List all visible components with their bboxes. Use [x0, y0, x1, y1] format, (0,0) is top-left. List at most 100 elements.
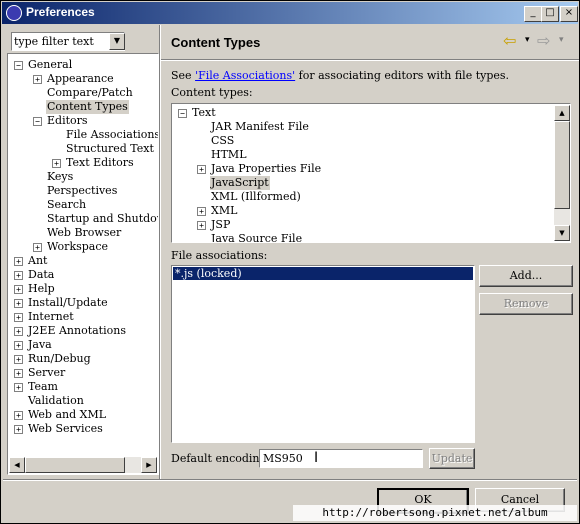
tree-item-label: JavaScript: [210, 176, 270, 190]
tree-item-label: Java Source File: [211, 232, 303, 243]
tree-item-label: Web Services: [28, 422, 103, 435]
content-types-scrollbar[interactable]: ▲ ▼: [554, 105, 570, 241]
file-association-row[interactable]: *.js (locked): [173, 267, 473, 280]
tree-item-label: Java Properties File: [211, 162, 322, 175]
see-suffix: for associating editors with file types.: [295, 69, 510, 82]
tree-item-label: Web and XML: [28, 408, 107, 421]
tree-item-label: Data: [28, 268, 55, 281]
watermark: http://robertsong.pixnet.net/album: [293, 505, 577, 521]
maximize-button[interactable]: □: [541, 6, 559, 22]
expand-icon[interactable]: +: [14, 271, 23, 280]
tree-item-label: Web Browser: [47, 226, 122, 239]
tree-item-label: Server: [28, 366, 66, 379]
tree-item-label: Run/Debug: [28, 352, 91, 365]
expand-icon[interactable]: +: [14, 341, 23, 350]
scroll-thumb[interactable]: [25, 457, 125, 473]
close-button[interactable]: ×: [560, 6, 578, 22]
tree-item-label: Install/Update: [28, 296, 108, 309]
content-types-label: Content types:: [171, 86, 253, 99]
expand-icon[interactable]: +: [14, 285, 23, 294]
expand-icon[interactable]: +: [52, 159, 61, 168]
filter-input[interactable]: type filter text: [14, 35, 94, 48]
file-associations-label: File associations:: [171, 249, 268, 262]
expand-icon[interactable]: +: [14, 313, 23, 322]
scroll-up-icon[interactable]: ▲: [554, 105, 570, 121]
tree-item-label: Perspectives: [47, 184, 118, 197]
tree-item-label: Java: [28, 338, 52, 351]
tree-item-label: Team: [28, 380, 58, 393]
scroll-thumb[interactable]: [554, 121, 570, 209]
tree-item-label: File Associations: [66, 128, 159, 141]
page-title: Content Types: [171, 35, 261, 50]
minimize-button[interactable]: _: [524, 6, 542, 22]
back-dropdown-icon[interactable]: ▾: [525, 35, 530, 45]
expand-icon[interactable]: +: [197, 165, 206, 174]
tree-item-label: Validation: [28, 394, 84, 407]
collapse-icon[interactable]: −: [14, 61, 23, 70]
expand-icon[interactable]: +: [33, 75, 42, 84]
remove-button[interactable]: Remove: [479, 293, 573, 315]
scroll-right-icon[interactable]: ▶: [141, 457, 157, 473]
expand-icon[interactable]: +: [14, 257, 23, 266]
add-button[interactable]: Add...: [479, 265, 573, 287]
preferences-tree[interactable]: − General + Appearance Compare/Patch Content …: [7, 53, 159, 475]
header-divider-highlight: [161, 60, 579, 61]
see-associations-text: See 'File Associations' for associating …: [171, 69, 509, 82]
expand-icon[interactable]: +: [14, 327, 23, 336]
preferences-window: Preferences _ □ × type filter text ▼ − Ge…: [0, 0, 580, 524]
default-encoding-label: Default encoding:: [171, 452, 271, 465]
tree-item-label: Content Types: [46, 100, 129, 114]
tree-item-label: CSS: [211, 134, 235, 147]
tree-item-label: Internet: [28, 310, 74, 323]
tree-item-label: JSP: [211, 218, 231, 231]
expand-icon[interactable]: +: [14, 369, 23, 378]
tree-item-label: Startup and Shutdown: [47, 212, 158, 225]
tree-item-label: Help: [28, 282, 55, 295]
back-arrow-icon[interactable]: ⇦: [503, 31, 516, 50]
expand-icon[interactable]: +: [14, 383, 23, 392]
filter-combo[interactable]: type filter text ▼: [11, 32, 125, 51]
tree-item-label: J2EE Annotations: [28, 324, 126, 337]
file-associations-link[interactable]: 'File Associations': [195, 69, 295, 82]
tree-item-label: Keys: [47, 170, 74, 183]
tree-item-label: Text Editors: [66, 156, 134, 169]
expand-icon[interactable]: +: [197, 221, 206, 230]
tree-item-label: XML (Illformed): [211, 190, 301, 203]
expand-icon[interactable]: +: [33, 243, 42, 252]
footer-divider-highlight: [3, 480, 577, 481]
update-button[interactable]: Update: [429, 448, 475, 469]
tree-horizontal-scrollbar[interactable]: ◀ ▶: [9, 457, 157, 473]
encoding-input[interactable]: MS950 I: [259, 449, 423, 468]
splitter-highlight: [160, 25, 161, 479]
tree-item-label: XML: [211, 204, 238, 217]
forward-arrow-icon[interactable]: ⇨: [537, 31, 550, 50]
collapse-icon[interactable]: −: [178, 109, 187, 118]
title-bar[interactable]: Preferences _ □ ×: [2, 2, 578, 24]
see-prefix: See: [171, 69, 196, 82]
expand-icon[interactable]: +: [14, 299, 23, 308]
tree-item-label: Editors: [47, 114, 88, 127]
tree-item-label: Search: [47, 198, 87, 211]
file-associations-list[interactable]: *.js (locked): [171, 265, 475, 443]
tree-item-label: Text: [192, 106, 216, 119]
expand-icon[interactable]: +: [197, 207, 206, 216]
tree-item-label: General: [28, 58, 73, 71]
tree-item-label: Structured Text Ed: [66, 142, 158, 155]
encoding-value: MS950: [263, 452, 303, 465]
collapse-icon[interactable]: −: [33, 117, 42, 126]
filter-dropdown-icon[interactable]: ▼: [109, 33, 125, 50]
scroll-left-icon[interactable]: ◀: [9, 457, 25, 473]
tree-item-label: Compare/Patch: [47, 86, 133, 99]
eclipse-app-icon: [6, 5, 22, 21]
tree-item-label: Ant: [28, 254, 48, 267]
scroll-down-icon[interactable]: ▼: [554, 225, 570, 241]
text-cursor-icon: I: [314, 450, 319, 466]
page-header: Content Types ⇦ ▾ ⇨ ▾: [161, 25, 577, 59]
forward-dropdown-icon[interactable]: ▾: [559, 35, 564, 45]
expand-icon[interactable]: +: [14, 425, 23, 434]
expand-icon[interactable]: +: [14, 355, 23, 364]
expand-icon[interactable]: +: [14, 411, 23, 420]
window-title: Preferences: [26, 5, 95, 19]
content-types-tree[interactable]: − Text JAR Manifest File CSS HTML + Java Prope…: [171, 103, 571, 243]
tree-item-label: HTML: [211, 148, 247, 161]
